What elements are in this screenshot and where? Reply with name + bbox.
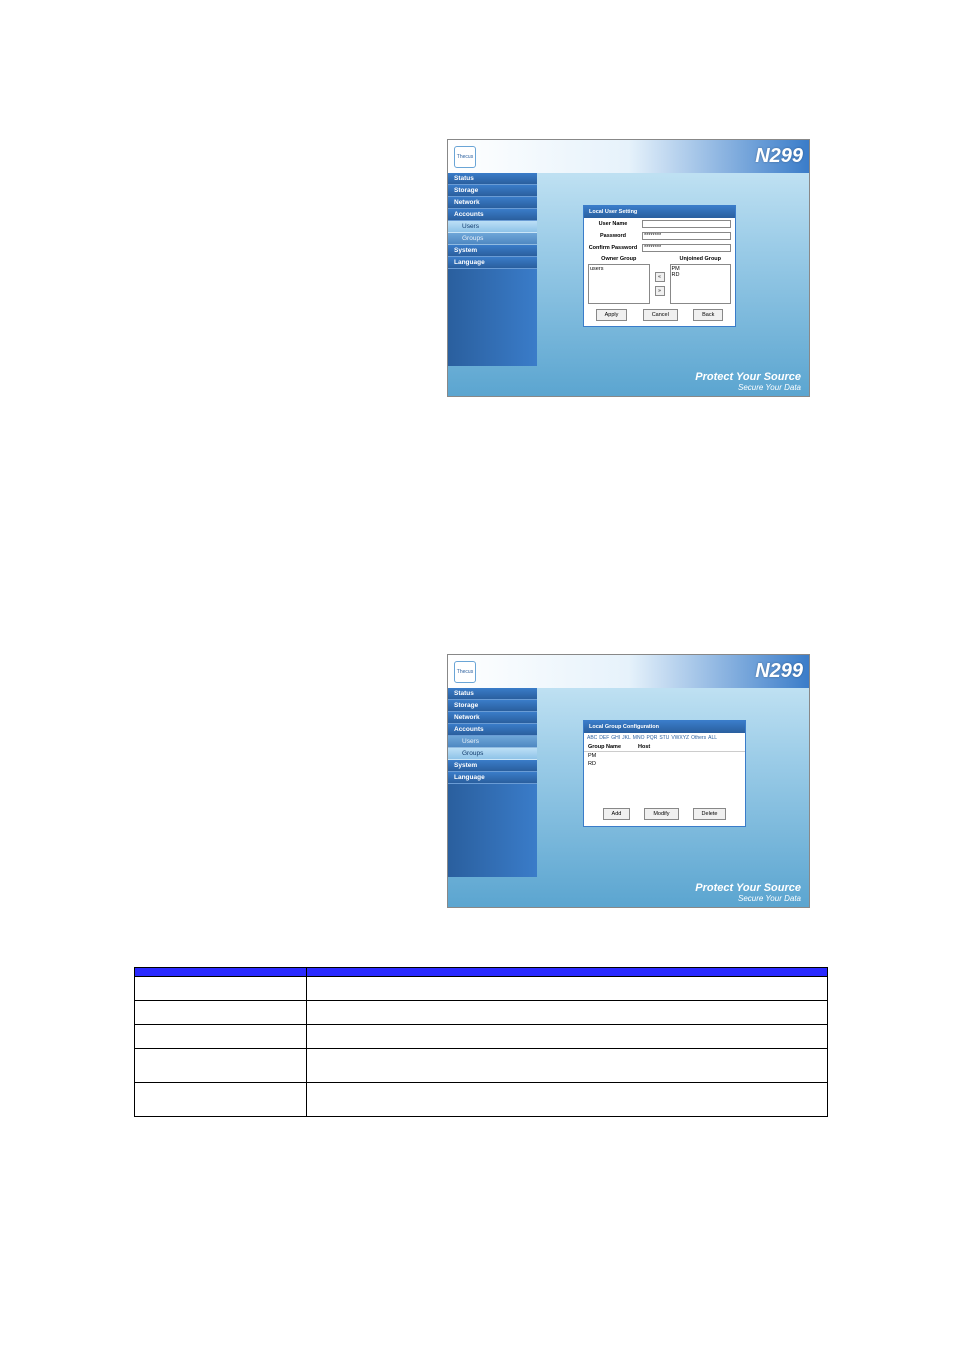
apply-button[interactable]: Apply (596, 309, 628, 321)
list-item[interactable]: users (590, 266, 648, 272)
back-button[interactable]: Back (693, 309, 723, 321)
table-header-desc (307, 968, 828, 977)
move-right-button[interactable]: » (655, 286, 665, 296)
sidebar-item-groups[interactable]: Groups (448, 233, 537, 245)
username-label: User Name (588, 221, 638, 227)
alpha-link[interactable]: MNO (633, 735, 645, 741)
sidebar: Status Storage Network Accounts Users Gr… (448, 173, 537, 366)
list-item[interactable]: RD (672, 272, 730, 278)
sidebar-item-users[interactable]: Users (448, 221, 537, 233)
table-row[interactable]: RD (584, 760, 745, 768)
sidebar-item-status[interactable]: Status (448, 173, 537, 185)
unjoined-group-list[interactable]: PM RD (670, 264, 732, 304)
table-row (135, 1049, 828, 1083)
tagline: Protect Your Source Secure Your Data (695, 882, 801, 903)
alpha-link[interactable]: JKL (622, 735, 631, 741)
table-row (135, 1083, 828, 1117)
description-table (134, 967, 828, 1117)
unjoined-group-header: Unjoined Group (670, 256, 732, 262)
table-header-item (135, 968, 307, 977)
sidebar-item-accounts[interactable]: Accounts (448, 209, 537, 221)
alpha-filter: ABC DEF GHI JKL MNO PQR STU VWXYZ Others… (584, 733, 745, 743)
alpha-link[interactable]: Others (691, 735, 706, 741)
local-user-setting-panel: Local User Setting User Name Password Co… (583, 205, 736, 327)
alpha-link[interactable]: GHI (611, 735, 620, 741)
table-row (135, 1025, 828, 1049)
confirm-password-input[interactable] (642, 244, 731, 252)
panel-title: Local Group Configuration (584, 721, 745, 733)
screenshot-group-config: Thecus N299 Status Storage Network Accou… (447, 654, 810, 908)
sidebar-item-system[interactable]: System (448, 245, 537, 257)
cell-host (638, 753, 741, 759)
alpha-link[interactable]: PQR (646, 735, 657, 741)
move-left-button[interactable]: « (655, 272, 665, 282)
password-label: Password (588, 233, 638, 239)
alpha-link[interactable]: STU (659, 735, 669, 741)
delete-button[interactable]: Delete (693, 808, 727, 820)
screenshot-user-setting: Thecus N299 Status Storage Network Accou… (447, 139, 810, 397)
app-header: Thecus N299 (448, 655, 809, 688)
alpha-link[interactable]: ABC (587, 735, 597, 741)
owner-group-list[interactable]: users (588, 264, 650, 304)
brand-logo: Thecus (454, 661, 476, 683)
col-group-name: Group Name (588, 744, 638, 750)
chevron-right-icon: » (658, 288, 661, 294)
sidebar-item-system[interactable]: System (448, 760, 537, 772)
sidebar-item-language[interactable]: Language (448, 772, 537, 784)
col-host: Host (638, 744, 741, 750)
sidebar: Status Storage Network Accounts Users Gr… (448, 688, 537, 877)
sidebar-item-network[interactable]: Network (448, 712, 537, 724)
modify-button[interactable]: Modify (644, 808, 678, 820)
sidebar-item-storage[interactable]: Storage (448, 185, 537, 197)
sidebar-item-storage[interactable]: Storage (448, 700, 537, 712)
sidebar-item-language[interactable]: Language (448, 257, 537, 269)
app-header: Thecus N299 (448, 140, 809, 173)
table-row[interactable]: PM (584, 752, 745, 760)
confirm-password-label: Confirm Password (588, 245, 638, 251)
cell-group-name: RD (588, 761, 638, 767)
password-input[interactable] (642, 232, 731, 240)
table-row (135, 1001, 828, 1025)
tagline: Protect Your Source Secure Your Data (695, 371, 801, 392)
username-input[interactable] (642, 220, 731, 228)
alpha-link[interactable]: VWXYZ (671, 735, 689, 741)
model-label: N299 (755, 145, 803, 168)
table-row (135, 977, 828, 1001)
alpha-link[interactable]: DEF (599, 735, 609, 741)
chevron-left-icon: « (658, 274, 661, 280)
alpha-link[interactable]: ALL (708, 735, 717, 741)
sidebar-item-accounts[interactable]: Accounts (448, 724, 537, 736)
cancel-button[interactable]: Cancel (643, 309, 678, 321)
model-label: N299 (755, 660, 803, 683)
sidebar-item-users[interactable]: Users (448, 736, 537, 748)
sidebar-item-status[interactable]: Status (448, 688, 537, 700)
panel-title: Local User Setting (584, 206, 735, 218)
cell-group-name: PM (588, 753, 638, 759)
cell-host (638, 761, 741, 767)
add-button[interactable]: Add (603, 808, 631, 820)
sidebar-item-groups[interactable]: Groups (448, 748, 537, 760)
local-group-config-panel: Local Group Configuration ABC DEF GHI JK… (583, 720, 746, 827)
brand-logo: Thecus (454, 146, 476, 168)
owner-group-header: Owner Group (588, 256, 650, 262)
sidebar-item-network[interactable]: Network (448, 197, 537, 209)
